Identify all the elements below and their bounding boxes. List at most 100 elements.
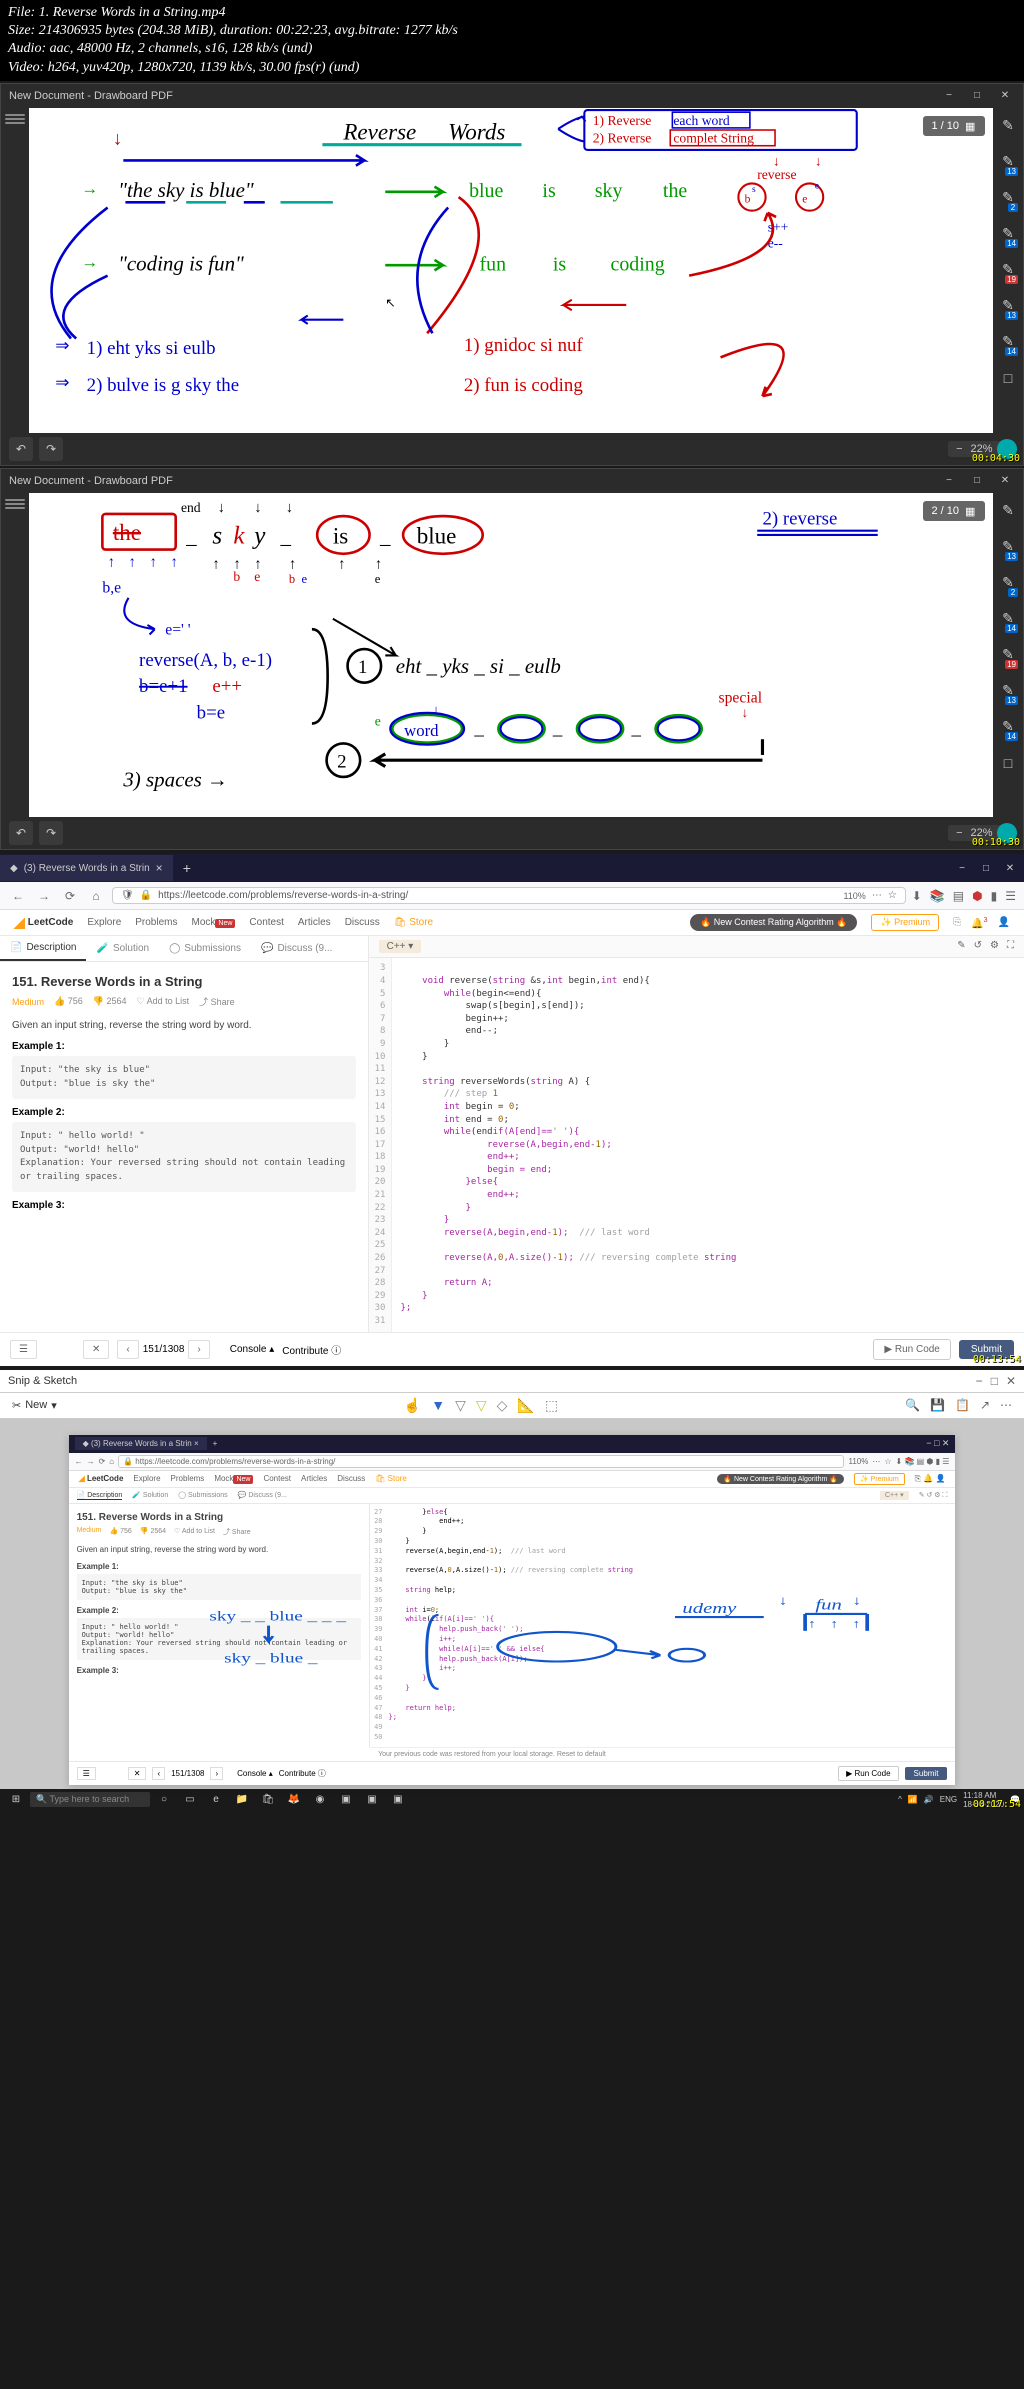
more-icon[interactable]: ⋯ [872,890,882,901]
nav-store[interactable]: 🛍 Store [394,917,433,928]
task-view-icon[interactable]: ▭ [178,1791,202,1809]
ruler-tool[interactable]: 📐 [517,1397,534,1414]
reset-icon[interactable]: ↺ [974,940,982,953]
zoom-out[interactable]: − [956,827,962,839]
tab-description[interactable]: 📄 Description [0,936,86,961]
back-button[interactable]: ← [8,886,28,906]
shape-tool[interactable]: □ [996,362,1020,394]
maximize-button[interactable]: □ [967,88,987,104]
copy-icon[interactable]: 📋 [955,1398,970,1412]
pen-tool-blue[interactable]: ▼ [431,1397,445,1413]
page-indicator[interactable]: 1 / 10 ▦ [923,116,985,136]
console-tab[interactable]: Console ▴ [230,1344,275,1355]
store-icon[interactable]: 🛍 [256,1791,280,1809]
pen-tool[interactable]: ✎ [996,495,1020,527]
zoom-icon[interactable]: 🔍 [905,1398,920,1412]
pencil-tool[interactable]: ▽ [455,1397,466,1414]
autocomplete-icon[interactable]: ✎ [957,940,965,953]
nav-explore[interactable]: Explore [87,917,121,928]
leetcode-logo[interactable]: ◢LeetCode [14,914,73,931]
marker-tool[interactable]: ✎14 [996,218,1020,250]
crop-tool[interactable]: ⬚ [545,1397,558,1414]
tray-up-icon[interactable]: ^ [898,1795,902,1804]
adblock-icon[interactable]: ⬢ [972,889,982,903]
minimize-button[interactable]: − [939,88,959,104]
pen-tool-2[interactable]: ✎13 [996,146,1020,178]
redo-button[interactable]: ↷ [39,437,63,461]
explorer-icon[interactable]: 📁 [230,1791,254,1809]
url-bar[interactable]: 🛡 🔒 https://leetcode.com/problems/revers… [112,887,906,904]
more-icon[interactable]: ⋯ [1000,1398,1012,1412]
settings-icon[interactable]: ⚙ [990,940,999,953]
run-code-button[interactable]: ▶ Run Code [873,1339,951,1360]
shape-tool[interactable]: □ [996,747,1020,779]
code-editor[interactable]: 3 4 5 6 7 8 9 10 11 12 13 14 15 16 17 18… [369,958,1024,1331]
undo-button[interactable]: ↶ [9,821,33,845]
redo-button[interactable]: ↷ [39,821,63,845]
next-button[interactable]: › [188,1340,209,1359]
brush-tool[interactable]: ✎13 [996,675,1020,707]
forward-button[interactable]: → [34,886,54,906]
tab-submissions[interactable]: ◯ Submissions [159,936,251,961]
volume-icon[interactable]: 🔊 [924,1795,934,1804]
highlighter-tool[interactable]: ▽ [476,1397,487,1414]
lang-icon[interactable]: ENG [940,1795,957,1804]
avatar-icon[interactable]: 👤 [998,917,1010,928]
nav-articles[interactable]: Articles [298,917,331,928]
new-tab-button[interactable]: + [173,860,201,876]
minimize-button[interactable]: − [976,1374,983,1388]
hamburger-menu[interactable] [1,108,29,433]
menu-icon[interactable]: ☰ [1005,889,1016,903]
playground-icon[interactable]: ⎘ [953,917,961,928]
maximize-button[interactable]: □ [991,1374,998,1388]
edge-icon[interactable]: e [204,1791,228,1809]
tab-solution[interactable]: 🧪 Solution [86,936,159,961]
list-button[interactable]: ☰ [10,1340,37,1359]
hamburger-menu[interactable] [1,493,29,818]
canvas[interactable]: 1 / 10 ▦ Reverse Words 1) Reverse each w… [29,108,993,433]
tab-discuss[interactable]: 💬 Discuss (9... [251,936,342,961]
prev-button[interactable]: ‹ [117,1340,138,1359]
library-icon[interactable]: 📚 [930,889,945,903]
pencil-tool[interactable]: ✎19 [996,639,1020,671]
new-snip-button[interactable]: ✂ New ▾ [12,1399,57,1412]
star-icon[interactable]: ☆ [888,890,897,901]
browser-tab[interactable]: ◆ (3) Reverse Words in a Strin × [0,855,173,881]
contribute-link[interactable]: Contribute ⓘ [282,1342,341,1357]
highlighter-tool[interactable]: ✎2 [996,567,1020,599]
nav-discuss[interactable]: Discuss [345,917,380,928]
minimize-button[interactable]: − [939,473,959,489]
pen-tool[interactable]: ✎ [996,110,1020,142]
firefox-icon[interactable]: 🦊 [282,1791,306,1809]
reload-button[interactable]: ⟳ [60,886,80,906]
dislikes-count[interactable]: 👎 2564 [93,996,127,1007]
home-button[interactable]: ⌂ [86,886,106,906]
share-button[interactable]: ⤴ Share [199,995,235,1008]
nav-contest[interactable]: Contest [249,917,283,928]
extension-icon[interactable]: ▮ [991,889,998,903]
minimize-button[interactable]: − [952,860,972,876]
brush-tool[interactable]: ✎13 [996,290,1020,322]
share-icon[interactable]: ↗ [980,1398,990,1412]
canvas[interactable]: 2 / 10 ▦ 2) reverse the _ s k y _ is _ [29,493,993,818]
maximize-button[interactable]: □ [976,860,996,876]
zoom-out[interactable]: − [956,443,962,455]
pen-tool-2[interactable]: ✎13 [996,531,1020,563]
page-indicator[interactable]: 2 / 10 ▦ [923,501,985,521]
notifications-icon[interactable]: 🔔3 [971,917,987,929]
pencil-tool[interactable]: ✎19 [996,254,1020,286]
add-to-list[interactable]: ♡ Add to List [137,996,190,1007]
downloads-icon[interactable]: ⬇ [912,889,922,903]
wifi-icon[interactable]: 📶 [908,1795,918,1804]
close-button[interactable]: ✕ [995,88,1015,104]
start-button[interactable]: ⊞ [4,1791,28,1809]
save-icon[interactable]: 💾 [930,1398,945,1412]
maximize-button[interactable]: □ [967,473,987,489]
likes-count[interactable]: 👍 756 [54,996,83,1007]
undo-button[interactable]: ↶ [9,437,33,461]
premium-button[interactable]: ✨ Premium [871,914,939,931]
close-button[interactable]: ✕ [1006,1374,1016,1388]
contest-notice[interactable]: 🔥 New Contest Rating Algorithm 🔥 [690,914,857,931]
snip-canvas[interactable]: ◆ (3) Reverse Words in a Strin × + − □ ✕… [0,1419,1024,1789]
close-button[interactable]: ✕ [1000,860,1020,876]
